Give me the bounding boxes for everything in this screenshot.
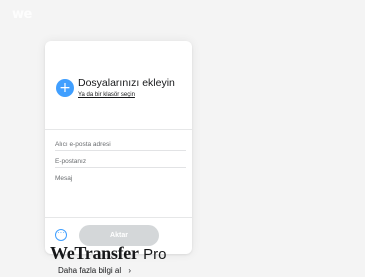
message-field[interactable] — [55, 175, 186, 213]
ellipsis-icon[interactable]: ··· — [55, 229, 67, 241]
plus-icon[interactable]: + — [56, 79, 74, 97]
promo-section: WeTransfer Pro Daha fazla bilgi al › — [50, 244, 270, 275]
upload-panel: + Dosyalarınızı ekleyin Ya da bir klasör… — [45, 41, 192, 254]
learn-more-label: Daha fazla bilgi al — [58, 266, 122, 275]
promo-brand: WeTransfer — [50, 243, 139, 263]
promo-suffix: Pro — [143, 246, 167, 263]
add-folder-link[interactable]: Ya da bir klasör seçin — [78, 91, 135, 99]
field-underline — [55, 150, 186, 151]
chevron-right-icon: › — [128, 266, 132, 275]
divider — [45, 129, 192, 130]
field-underline — [55, 167, 186, 168]
add-files-title[interactable]: Dosyalarınızı ekleyin — [78, 77, 175, 89]
add-files-area[interactable]: + Dosyalarınızı ekleyin Ya da bir klasör… — [56, 77, 186, 107]
wetransfer-logo[interactable]: we — [12, 7, 32, 22]
divider — [45, 217, 192, 218]
learn-more-link[interactable]: Daha fazla bilgi al › — [58, 266, 270, 275]
promo-title: WeTransfer Pro — [50, 244, 270, 264]
